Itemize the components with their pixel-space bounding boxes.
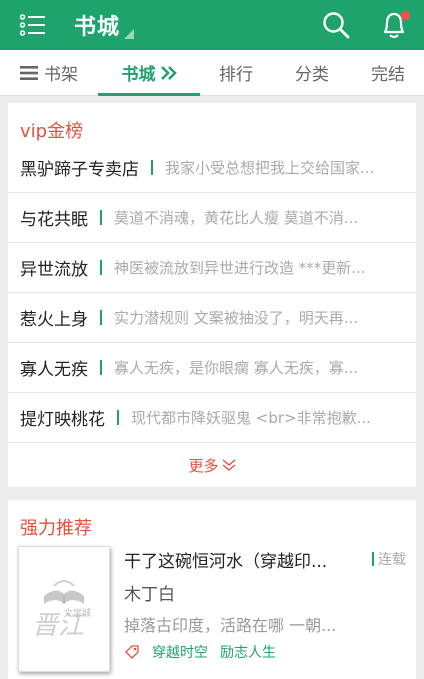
book-name: 提灯映桃花 <box>20 410 105 430</box>
bookshelf-lines-icon <box>20 65 38 80</box>
book-cover[interactable]: 晋江 文学城 <box>18 546 110 672</box>
status-badge: 连载 <box>372 549 406 569</box>
divider <box>100 260 102 275</box>
divider <box>100 210 102 225</box>
genre-tag[interactable]: 穿越时空 <box>152 642 208 662</box>
divider <box>100 310 102 325</box>
tab-completed[interactable]: 完结 <box>352 50 424 95</box>
list-item[interactable]: 异世流放 神医被流放到异世进行改造 ***更新... <box>8 243 416 293</box>
book-title: 干了这碗恒河水（穿越印... <box>124 551 328 572</box>
svg-text:文学城: 文学城 <box>64 607 91 619</box>
tab-label: 书城 <box>121 65 156 85</box>
tag-list: 穿越时空 励志人生 <box>124 642 406 662</box>
search-icon[interactable] <box>320 9 352 41</box>
list-item[interactable]: 黑驴蹄子专卖店 我家小受总想把我上交给国家... <box>8 143 416 193</box>
tab-label: 分类 <box>295 65 329 85</box>
top-app-bar: 书城 <box>0 0 424 50</box>
list-item[interactable]: 惹火上身 实力潜规则 文案被抽没了，明天再... <box>8 293 416 343</box>
section-heading: 强力推荐 <box>20 518 92 539</box>
divider <box>100 360 102 375</box>
tab-bookstore[interactable]: 书城 <box>98 50 200 96</box>
status-label: 连载 <box>378 552 406 568</box>
bell-user-icon[interactable] <box>378 9 410 41</box>
tab-ranking[interactable]: 排行 <box>200 50 272 95</box>
tab-bar: 书架 书城 排行 分类 完结 <box>0 50 424 96</box>
book-name: 惹火上身 <box>20 310 88 330</box>
book-summary: 神医被流放到异世进行改造 ***更新... <box>114 259 366 277</box>
book-name: 黑驴蹄子专卖店 <box>20 160 139 180</box>
more-label: 更多 <box>188 456 219 475</box>
section-heading: vip金榜 <box>20 121 84 142</box>
tab-bookshelf[interactable]: 书架 <box>0 50 98 95</box>
divider <box>151 160 153 175</box>
list-item[interactable]: 寡人无疾 寡人无疾，是你眼瘸 寡人无疾，寡... <box>8 343 416 393</box>
double-chevron-right-icon <box>160 65 177 81</box>
book-summary: 莫道不消魂，黄花比人瘦 莫道不消... <box>114 209 359 227</box>
dropdown-corner-icon <box>124 29 135 39</box>
page-title-dropdown[interactable]: 书城 <box>74 9 135 41</box>
vip-ranking-card: vip金榜 黑驴蹄子专卖店 我家小受总想把我上交给国家... 与花共眠 莫道不消… <box>8 103 416 487</box>
list-item[interactable]: 与花共眠 莫道不消魂，黄花比人瘦 莫道不消... <box>8 193 416 243</box>
divider <box>372 552 374 566</box>
double-chevron-down-icon <box>219 458 236 472</box>
book-summary: 现代都市降妖驱鬼 <br>非常抱歉... <box>131 409 371 427</box>
book-name: 异世流放 <box>20 260 88 280</box>
list-menu-icon[interactable] <box>18 10 48 40</box>
recommend-card: 强力推荐 晋江 文学城 干了这碗恒河水（穿越印... 连载 木丁白 掉落古印度，… <box>8 500 416 679</box>
tag-icon <box>124 644 140 660</box>
book-item[interactable]: 晋江 文学城 干了这碗恒河水（穿越印... 连载 木丁白 掉落古印度，活路在哪 … <box>8 546 416 672</box>
tab-label: 完结 <box>371 65 405 85</box>
tab-label: 排行 <box>219 65 253 85</box>
divider <box>117 410 119 425</box>
more-button[interactable]: 更多 <box>8 443 416 487</box>
genre-tag[interactable]: 励志人生 <box>220 642 276 662</box>
book-summary: 寡人无疾，是你眼瘸 寡人无疾，寡... <box>114 359 359 377</box>
book-name: 与花共眠 <box>20 210 88 230</box>
book-summary: 掉落古印度，活路在哪 一朝... <box>124 616 337 634</box>
notification-badge <box>401 11 410 20</box>
tab-label: 书架 <box>44 65 78 85</box>
page-title: 书城 <box>74 15 121 40</box>
book-name: 寡人无疾 <box>20 360 88 380</box>
tab-category[interactable]: 分类 <box>272 50 352 95</box>
jjwxc-placeholder-cover: 晋江 文学城 <box>32 580 91 641</box>
book-summary: 我家小受总想把我上交给国家... <box>165 159 375 177</box>
list-item[interactable]: 提灯映桃花 现代都市降妖驱鬼 <br>非常抱歉... <box>8 393 416 443</box>
book-summary: 实力潜规则 文案被抽没了，明天再... <box>114 309 359 327</box>
book-author: 木丁白 <box>124 585 175 605</box>
book-info: 干了这碗恒河水（穿越印... 连载 木丁白 掉落古印度，活路在哪 一朝... 穿… <box>124 546 406 672</box>
